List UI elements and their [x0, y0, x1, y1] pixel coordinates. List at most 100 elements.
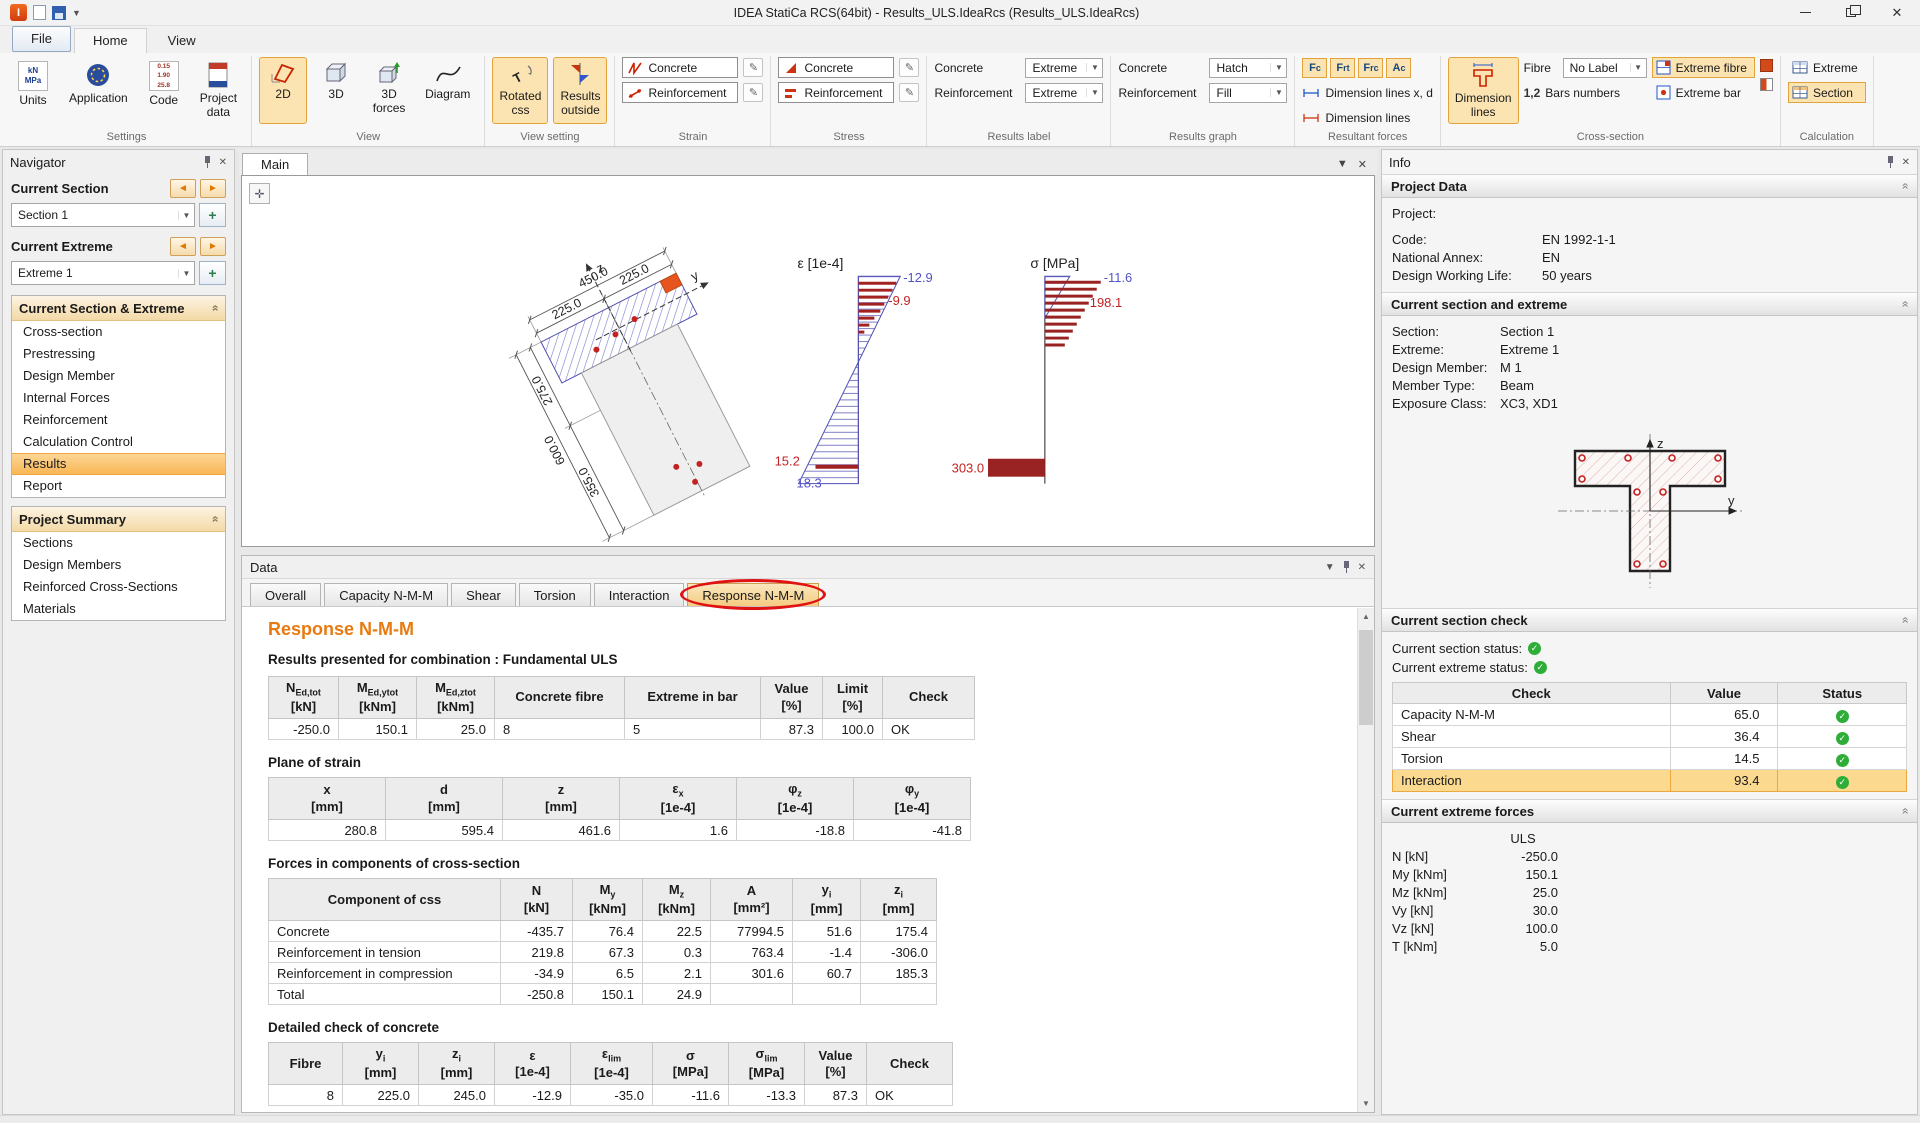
horizontal-splitter[interactable] — [239, 547, 1377, 555]
application-button[interactable]: Application — [62, 57, 135, 124]
sidebar-item-results[interactable]: Results — [12, 453, 225, 475]
nav-group-project-summary[interactable]: Project Summary » — [12, 507, 225, 532]
extreme-fibre-color-icon[interactable] — [1760, 59, 1773, 72]
previous-extreme-button[interactable]: ◄ — [170, 237, 196, 256]
calculation-extreme-toggle[interactable]: Extreme — [1788, 57, 1866, 78]
rotated-css-button[interactable]: T Rotatedcss — [492, 57, 548, 124]
units-button[interactable]: kNMPa Units — [9, 57, 57, 124]
close-icon[interactable]: ✕ — [1358, 158, 1367, 171]
fibre-label-select[interactable]: No Label ▼ — [1563, 58, 1647, 78]
data-tab-shear[interactable]: Shear — [451, 583, 516, 606]
edit-stress-concrete-icon[interactable]: ✎ — [899, 58, 919, 77]
close-icon[interactable]: ✕ — [1358, 562, 1366, 573]
extreme-bar-toggle[interactable]: Extreme bar — [1652, 82, 1755, 103]
ac-toggle[interactable]: Ac — [1386, 58, 1411, 78]
sidebar-item-design-member[interactable]: Design Member — [12, 365, 225, 387]
view-3d-forces-button[interactable]: 3Dforces — [365, 57, 413, 124]
data-tab-response-n-m-m[interactable]: Response N-M-M — [687, 583, 819, 606]
pin-icon[interactable] — [1886, 156, 1895, 168]
restore-button[interactable] — [1828, 0, 1874, 26]
close-icon[interactable]: ✕ — [219, 157, 227, 168]
edit-strain-reinforcement-icon[interactable]: ✎ — [743, 83, 763, 102]
project-data-header[interactable]: Project Data » — [1382, 174, 1917, 198]
dimension-lines-toggle[interactable]: Dimension lines — [1302, 107, 1432, 128]
sidebar-item-cross-section[interactable]: Cross-section — [12, 321, 225, 343]
add-section-button[interactable]: + — [199, 203, 226, 227]
check-row-shear[interactable]: Shear36.4✓ — [1393, 726, 1907, 748]
data-tab-interaction[interactable]: Interaction — [594, 583, 685, 606]
current-section-header[interactable]: Current section and extreme » — [1382, 292, 1917, 316]
pin-icon[interactable] — [1342, 561, 1351, 573]
sidebar-item-sections[interactable]: Sections — [12, 532, 225, 554]
dimension-lines-xd-toggle[interactable]: Dimension lines x, d — [1302, 82, 1432, 103]
chevron-down-icon[interactable]: ▼ — [1337, 158, 1348, 171]
nav-group-current-section-extreme[interactable]: Current Section & Extreme » — [12, 296, 225, 321]
scroll-down-icon[interactable]: ▼ — [1358, 1095, 1374, 1112]
strain-concrete-toggle[interactable]: Concrete — [622, 57, 738, 78]
extreme-forces-header[interactable]: Current extreme forces » — [1382, 799, 1917, 823]
concrete-label-select[interactable]: Extreme ▼ — [1025, 58, 1103, 78]
bars-numbers-toggle[interactable]: 1,2 Bars numbers — [1524, 82, 1647, 103]
sidebar-item-report[interactable]: Report — [12, 475, 225, 497]
code-button[interactable]: 0.151.9025.8 Code — [140, 57, 188, 124]
fc-toggle[interactable]: Fc — [1302, 58, 1327, 78]
cs-dimension-lines-button[interactable]: Dimensionlines — [1448, 57, 1519, 124]
chevron-down-icon[interactable]: ▼ — [72, 8, 81, 18]
reinforcement-label-select[interactable]: Extreme ▼ — [1025, 83, 1103, 103]
add-extreme-button[interactable]: + — [199, 261, 226, 285]
chevron-down-icon[interactable]: ▼ — [1325, 562, 1335, 573]
strain-reinforcement-toggle[interactable]: Reinforcement — [622, 82, 738, 103]
next-section-button[interactable]: ► — [200, 179, 226, 198]
results-outside-button[interactable]: Resultsoutside — [553, 57, 607, 124]
data-tab-torsion[interactable]: Torsion — [519, 583, 591, 606]
check-row-capacity-n-m-m[interactable]: Capacity N-M-M65.0✓ — [1393, 704, 1907, 726]
extreme-fibre-toggle[interactable]: Extreme fibre — [1652, 57, 1755, 78]
stress-reinforcement-toggle[interactable]: Reinforcement — [778, 82, 894, 103]
save-icon[interactable] — [52, 6, 66, 20]
sidebar-item-internal-forces[interactable]: Internal Forces — [12, 387, 225, 409]
sidebar-item-design-members[interactable]: Design Members — [12, 554, 225, 576]
concrete-graph-select[interactable]: Hatch ▼ — [1209, 58, 1287, 78]
frt-toggle[interactable]: Frt — [1330, 58, 1355, 78]
project-data-button[interactable]: Projectdata — [193, 57, 244, 124]
view-2d-button[interactable]: 2D — [259, 57, 307, 124]
data-tab-overall[interactable]: Overall — [250, 583, 321, 606]
sidebar-item-prestressing[interactable]: Prestressing — [12, 343, 225, 365]
close-button[interactable]: ✕ — [1874, 0, 1920, 26]
data-tab-capacity-n-m-m[interactable]: Capacity N-M-M — [324, 583, 448, 606]
table-cell: 77994.5 — [711, 921, 793, 942]
reinforcement-graph-select[interactable]: Fill ▼ — [1209, 83, 1287, 103]
edit-strain-concrete-icon[interactable]: ✎ — [743, 58, 763, 77]
expand-view-icon[interactable]: ✛ — [249, 183, 270, 204]
main-drawing-canvas[interactable]: ✛ — [241, 175, 1375, 547]
scrollbar-thumb[interactable] — [1359, 630, 1373, 725]
close-icon[interactable]: ✕ — [1902, 157, 1910, 168]
sidebar-item-calculation-control[interactable]: Calculation Control — [12, 431, 225, 453]
check-row-torsion[interactable]: Torsion14.5✓ — [1393, 748, 1907, 770]
extreme-bar-color-icon[interactable] — [1760, 78, 1773, 91]
vertical-scrollbar[interactable]: ▲ ▼ — [1357, 608, 1374, 1112]
view-3d-button[interactable]: 3D — [312, 57, 360, 124]
previous-section-button[interactable]: ◄ — [170, 179, 196, 198]
check-row-interaction[interactable]: Interaction93.4✓ — [1393, 770, 1907, 792]
sidebar-item-reinforced-cross-sections[interactable]: Reinforced Cross-Sections — [12, 576, 225, 598]
tab-main[interactable]: Main — [242, 153, 308, 175]
edit-stress-reinforcement-icon[interactable]: ✎ — [899, 83, 919, 102]
frc-toggle[interactable]: Frc — [1358, 58, 1383, 78]
new-document-icon[interactable] — [33, 5, 46, 20]
sidebar-item-reinforcement[interactable]: Reinforcement — [12, 409, 225, 431]
calculation-section-toggle[interactable]: Section — [1788, 82, 1866, 103]
tab-file[interactable]: File — [12, 26, 71, 52]
tab-view[interactable]: View — [150, 29, 214, 53]
minimize-button[interactable] — [1782, 0, 1828, 26]
current-section-select[interactable]: Section 1 ▼ — [11, 203, 195, 227]
stress-concrete-toggle[interactable]: Concrete — [778, 57, 894, 78]
sidebar-item-materials[interactable]: Materials — [12, 598, 225, 620]
diagram-button[interactable]: Diagram — [418, 57, 477, 124]
current-extreme-select[interactable]: Extreme 1 ▼ — [11, 261, 195, 285]
next-extreme-button[interactable]: ► — [200, 237, 226, 256]
tab-home[interactable]: Home — [74, 28, 147, 53]
pin-icon[interactable] — [203, 156, 212, 168]
section-check-header[interactable]: Current section check » — [1382, 608, 1917, 632]
scroll-up-icon[interactable]: ▲ — [1358, 608, 1374, 625]
